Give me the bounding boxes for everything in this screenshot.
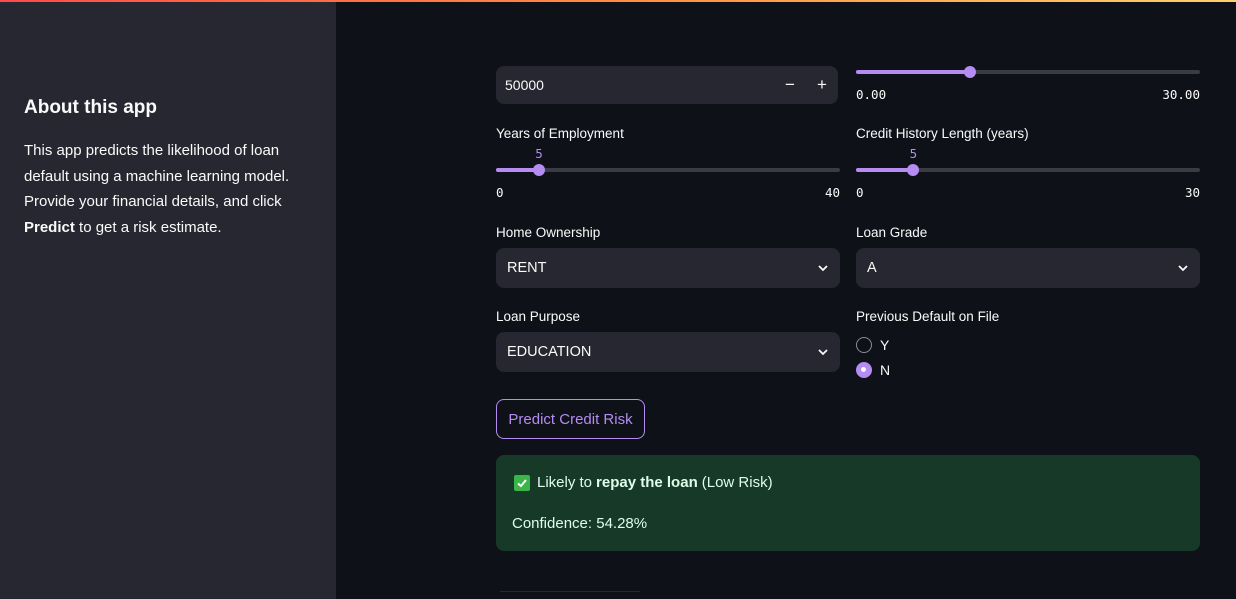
slider-min-label: 0 — [496, 185, 504, 200]
radio-button-selected[interactable] — [856, 362, 872, 378]
slider-thumb[interactable] — [963, 66, 976, 78]
home-ownership-select[interactable]: RENT — [496, 248, 840, 288]
loan-grade-value: A — [867, 260, 877, 276]
loan-grade-label: Loan Grade — [856, 225, 928, 240]
slider-max-label: 30.00 — [1162, 87, 1200, 102]
radio-label: N — [880, 362, 891, 378]
check-mark-icon — [514, 474, 530, 491]
confidence-text: Confidence: 54.28% — [512, 515, 648, 532]
chevron-down-icon — [1178, 265, 1188, 272]
increment-button[interactable]: + — [806, 66, 838, 104]
loan-purpose-select[interactable]: EDUCATION — [496, 332, 840, 372]
years-employment-slider[interactable]: 5 0 40 — [496, 130, 840, 200]
sidebar: About this app This app predicts the lik… — [0, 2, 336, 599]
income-number-input[interactable]: 50000 − + — [496, 66, 838, 104]
slider-max-label: 40 — [824, 185, 840, 200]
slider-track — [496, 168, 840, 172]
chevron-down-icon — [818, 265, 828, 272]
credit-history-slider[interactable]: 5 0 30 — [856, 130, 1200, 200]
slider-min-label: 0 — [856, 185, 864, 200]
home-ownership-label: Home Ownership — [496, 225, 601, 240]
slider-current-value: 5 — [909, 146, 918, 161]
loan-grade-select[interactable]: A — [856, 248, 1200, 288]
top-slider[interactable]: 0.00 30.00 — [856, 32, 1200, 102]
slider-max-label: 30 — [1184, 185, 1200, 200]
slider-thumb[interactable] — [907, 164, 920, 176]
predict-credit-risk-button[interactable]: Predict Credit Risk — [496, 399, 645, 439]
previous-default-label: Previous Default on File — [856, 309, 1000, 324]
radio-option-n[interactable]: N — [856, 362, 890, 378]
loan-purpose-value: EDUCATION — [507, 344, 592, 360]
home-ownership-value: RENT — [507, 260, 547, 276]
chevron-down-icon — [818, 349, 828, 356]
divider — [500, 591, 640, 592]
main-content: 50000 − + 0.00 30.00 Years of Employment… — [336, 2, 1236, 599]
slider-min-label: 0.00 — [856, 87, 887, 102]
slider-fill — [856, 168, 914, 172]
decrement-button[interactable]: − — [774, 66, 806, 104]
slider-thumb[interactable] — [533, 164, 545, 176]
radio-option-y[interactable]: Y — [856, 337, 889, 353]
radio-label: Y — [880, 337, 890, 353]
sidebar-title: About this app — [24, 97, 157, 118]
result-message: Likely to repay the loan (Low Risk) — [514, 474, 773, 491]
slider-fill — [856, 70, 970, 74]
slider-current-value: 5 — [535, 146, 543, 161]
radio-button[interactable] — [856, 337, 872, 353]
loan-purpose-label: Loan Purpose — [496, 309, 581, 324]
sidebar-description: This app predicts the likelihood of loan… — [24, 142, 290, 236]
income-input-value[interactable]: 50000 — [496, 77, 774, 93]
success-alert: Likely to repay the loan (Low Risk) Conf… — [496, 455, 1200, 551]
